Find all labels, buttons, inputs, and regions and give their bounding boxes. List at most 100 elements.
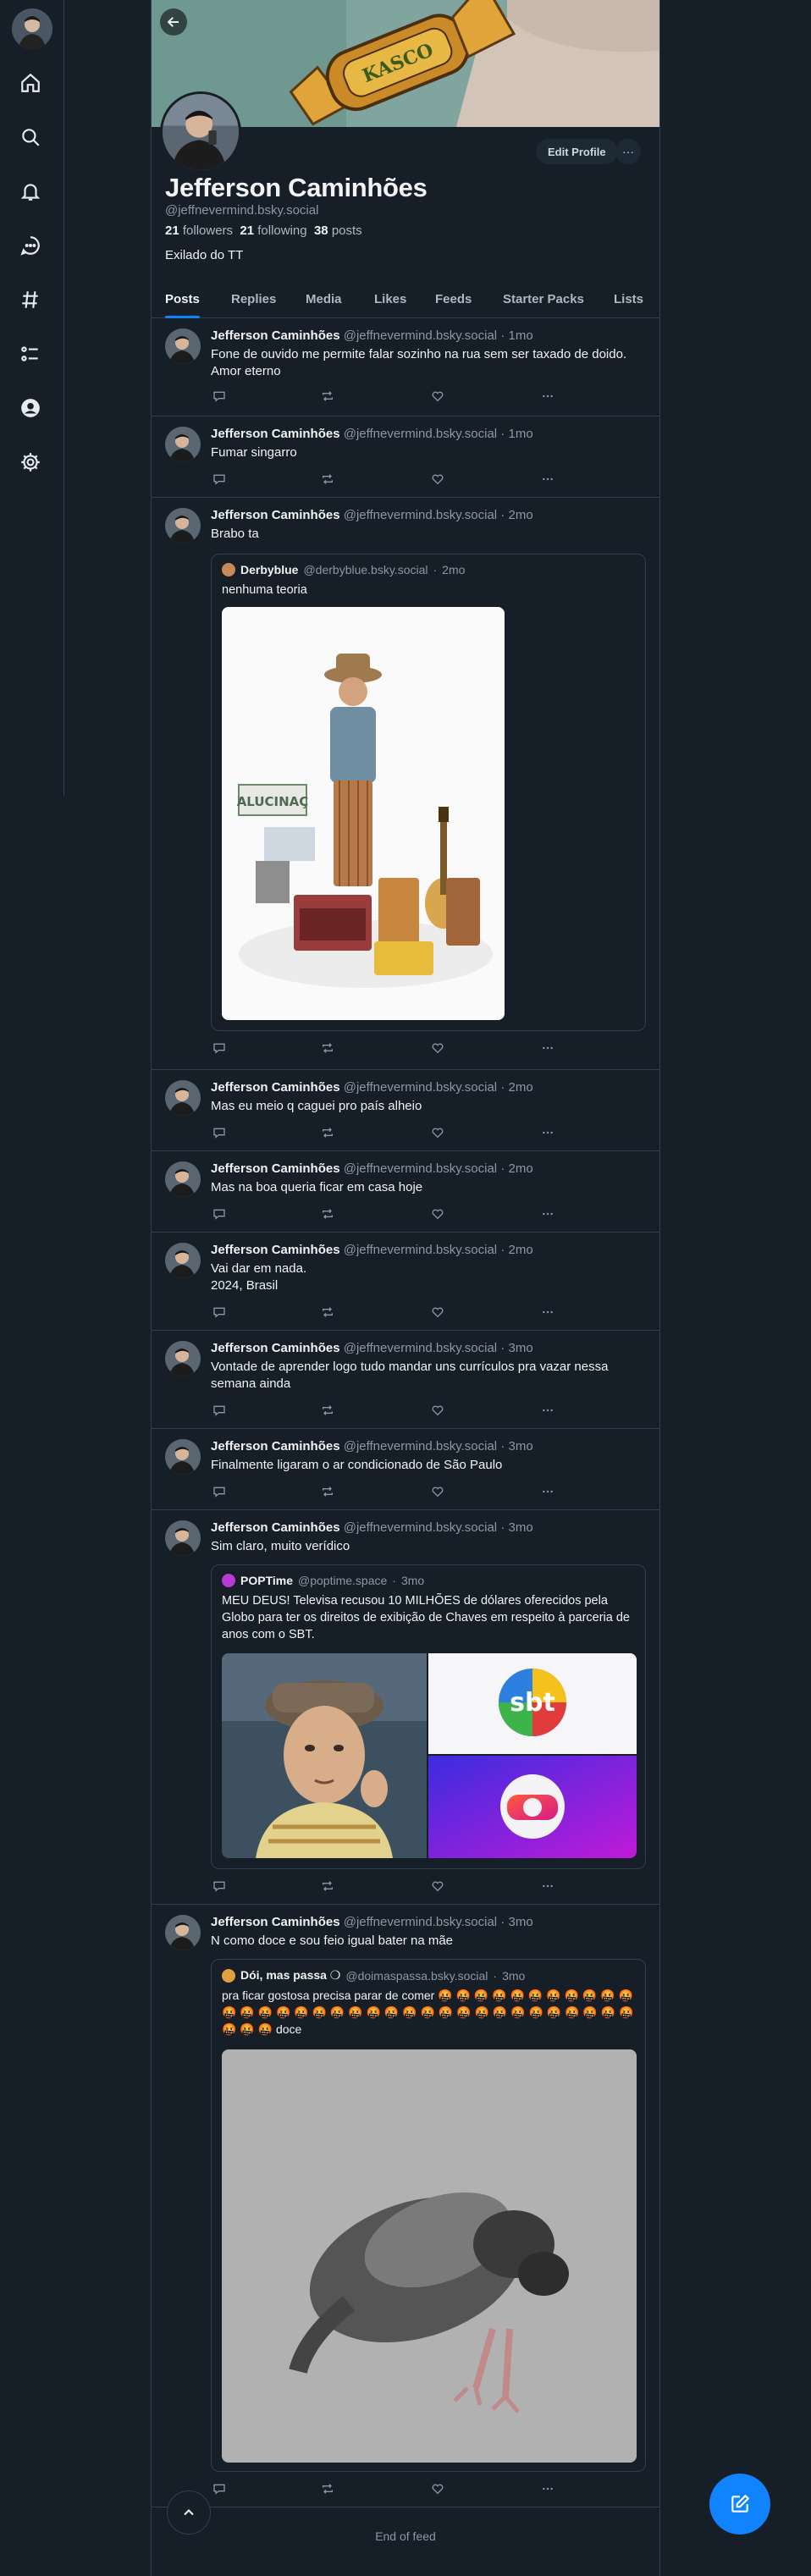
like-icon[interactable] — [429, 1205, 446, 1222]
post-item[interactable]: Jefferson Caminhões @jeffnevermind.bsky.… — [152, 318, 659, 416]
reply-icon[interactable] — [211, 1124, 228, 1141]
repost-icon[interactable] — [319, 1483, 336, 1500]
quote-image[interactable]: ALUCINAÇ — [222, 607, 505, 1020]
tab-posts[interactable]: Posts — [165, 279, 200, 318]
post-item[interactable]: Jefferson Caminhões @jeffnevermind.bsky.… — [152, 1070, 659, 1151]
quote-author-avatar — [222, 563, 235, 576]
more-options-icon[interactable] — [539, 1878, 556, 1895]
profile-icon[interactable] — [19, 396, 42, 420]
more-options-icon[interactable] — [539, 1040, 556, 1056]
followers-link[interactable]: 21 followers — [165, 223, 233, 238]
reply-icon[interactable] — [211, 1304, 228, 1321]
list-icon[interactable] — [19, 342, 42, 366]
repost-icon[interactable] — [319, 471, 336, 488]
repost-icon[interactable] — [319, 1124, 336, 1141]
like-icon[interactable] — [429, 388, 446, 405]
profile-more-button[interactable]: ··· — [615, 139, 641, 164]
post-text: Finalmente ligaram o ar condicionado de … — [211, 1458, 503, 1472]
reply-icon[interactable] — [211, 471, 228, 488]
edit-profile-button[interactable]: Edit Profile — [536, 139, 618, 164]
repost-icon[interactable] — [319, 2480, 336, 2497]
tab-feeds[interactable]: Feeds — [435, 279, 472, 318]
post-actions — [211, 2480, 566, 2497]
search-icon[interactable] — [19, 125, 42, 149]
rail-avatar[interactable] — [12, 8, 52, 49]
tab-media[interactable]: Media — [306, 279, 342, 318]
like-icon[interactable] — [429, 1040, 446, 1056]
quote-image-globo[interactable] — [428, 1756, 637, 1858]
post-item[interactable]: Jefferson Caminhões @jeffnevermind.bsky.… — [152, 1233, 659, 1331]
repost-icon[interactable] — [319, 1878, 336, 1895]
like-icon[interactable] — [429, 1124, 446, 1141]
profile-avatar[interactable] — [160, 91, 241, 173]
like-icon[interactable] — [429, 1304, 446, 1321]
more-options-icon[interactable] — [539, 1124, 556, 1141]
tab-starter-packs[interactable]: Starter Packs — [503, 279, 584, 318]
repost-icon[interactable] — [319, 1205, 336, 1222]
following-link[interactable]: 21 following — [240, 223, 306, 238]
chat-icon[interactable] — [19, 234, 42, 257]
post-author-avatar[interactable] — [165, 1243, 201, 1278]
reply-icon[interactable] — [211, 1878, 228, 1895]
scroll-to-top-button[interactable] — [167, 2491, 211, 2535]
like-icon[interactable] — [429, 471, 446, 488]
post-item[interactable]: Jefferson Caminhões @jeffnevermind.bsky.… — [152, 1905, 659, 2507]
more-options-icon[interactable] — [539, 2480, 556, 2497]
profile-display-name: Jefferson Caminhões — [165, 173, 428, 202]
like-icon[interactable] — [429, 1483, 446, 1500]
repost-icon[interactable] — [319, 1304, 336, 1321]
more-options-icon[interactable] — [539, 1483, 556, 1500]
post-author-avatar[interactable] — [165, 427, 201, 462]
quoted-post[interactable]: Dói, mas passa ❍ @doimaspassa.bsky.social… — [211, 1959, 646, 2472]
more-options-icon[interactable] — [539, 471, 556, 488]
reply-icon[interactable] — [211, 388, 228, 405]
repost-icon[interactable] — [319, 1402, 336, 1419]
reply-icon[interactable] — [211, 1205, 228, 1222]
like-icon[interactable] — [429, 1878, 446, 1895]
repost-icon[interactable] — [319, 388, 336, 405]
tab-likes[interactable]: Likes — [374, 279, 406, 318]
more-options-icon[interactable] — [539, 388, 556, 405]
post-item[interactable]: Jefferson Caminhões @jeffnevermind.bsky.… — [152, 416, 659, 498]
post-item[interactable]: Jefferson Caminhões @jeffnevermind.bsky.… — [152, 1510, 659, 1905]
more-options-icon[interactable] — [539, 1304, 556, 1321]
post-author-avatar[interactable] — [165, 1161, 201, 1197]
post-author-avatar[interactable] — [165, 1520, 201, 1556]
post-author-avatar[interactable] — [165, 508, 201, 543]
like-icon[interactable] — [429, 2480, 446, 2497]
quoted-post[interactable]: Derbyblue @derbyblue.bsky.social · 2mo nenh… — [211, 554, 646, 1031]
reply-icon[interactable] — [211, 1402, 228, 1419]
post-item[interactable]: Jefferson Caminhões @jeffnevermind.bsky.… — [152, 1151, 659, 1233]
post-text: Fone de ouvido me permite falar sozinho … — [211, 347, 627, 378]
quote-image-pigeon[interactable] — [222, 2049, 637, 2463]
post-author-avatar[interactable] — [165, 328, 201, 364]
quoted-post[interactable]: POPTime @poptime.space · 3mo MEU DEUS! Tele… — [211, 1564, 646, 1869]
reply-icon[interactable] — [211, 1483, 228, 1500]
back-button[interactable] — [160, 8, 187, 36]
post-author-avatar[interactable] — [165, 1080, 201, 1116]
reply-icon[interactable] — [211, 1040, 228, 1056]
compose-button[interactable] — [709, 2474, 770, 2535]
hashtag-icon[interactable] — [19, 288, 42, 312]
repost-icon[interactable] — [319, 1040, 336, 1056]
tab-replies[interactable]: Replies — [231, 279, 276, 318]
quote-image-chaves[interactable] — [222, 1653, 427, 1858]
home-icon[interactable] — [19, 71, 42, 95]
more-options-icon[interactable] — [539, 1402, 556, 1419]
post-author-avatar[interactable] — [165, 1341, 201, 1376]
quote-author-avatar — [222, 1574, 235, 1587]
quote-image-sbt[interactable]: sbt — [428, 1653, 637, 1754]
post-item[interactable]: Jefferson Caminhões @jeffnevermind.bsky.… — [152, 1429, 659, 1510]
post-author-avatar[interactable] — [165, 1439, 201, 1475]
reply-icon[interactable] — [211, 2480, 228, 2497]
post-author-avatar[interactable] — [165, 1915, 201, 1950]
post-item[interactable]: Jefferson Caminhões @jeffnevermind.bsky.… — [152, 498, 659, 1070]
tab-lists[interactable]: Lists — [614, 279, 643, 318]
more-options-icon[interactable] — [539, 1205, 556, 1222]
gear-icon[interactable] — [19, 450, 42, 474]
left-nav-rail — [0, 0, 64, 796]
post-actions — [211, 1402, 566, 1419]
bell-icon[interactable] — [19, 179, 42, 203]
post-item[interactable]: Jefferson Caminhões @jeffnevermind.bsky.… — [152, 1331, 659, 1429]
like-icon[interactable] — [429, 1402, 446, 1419]
